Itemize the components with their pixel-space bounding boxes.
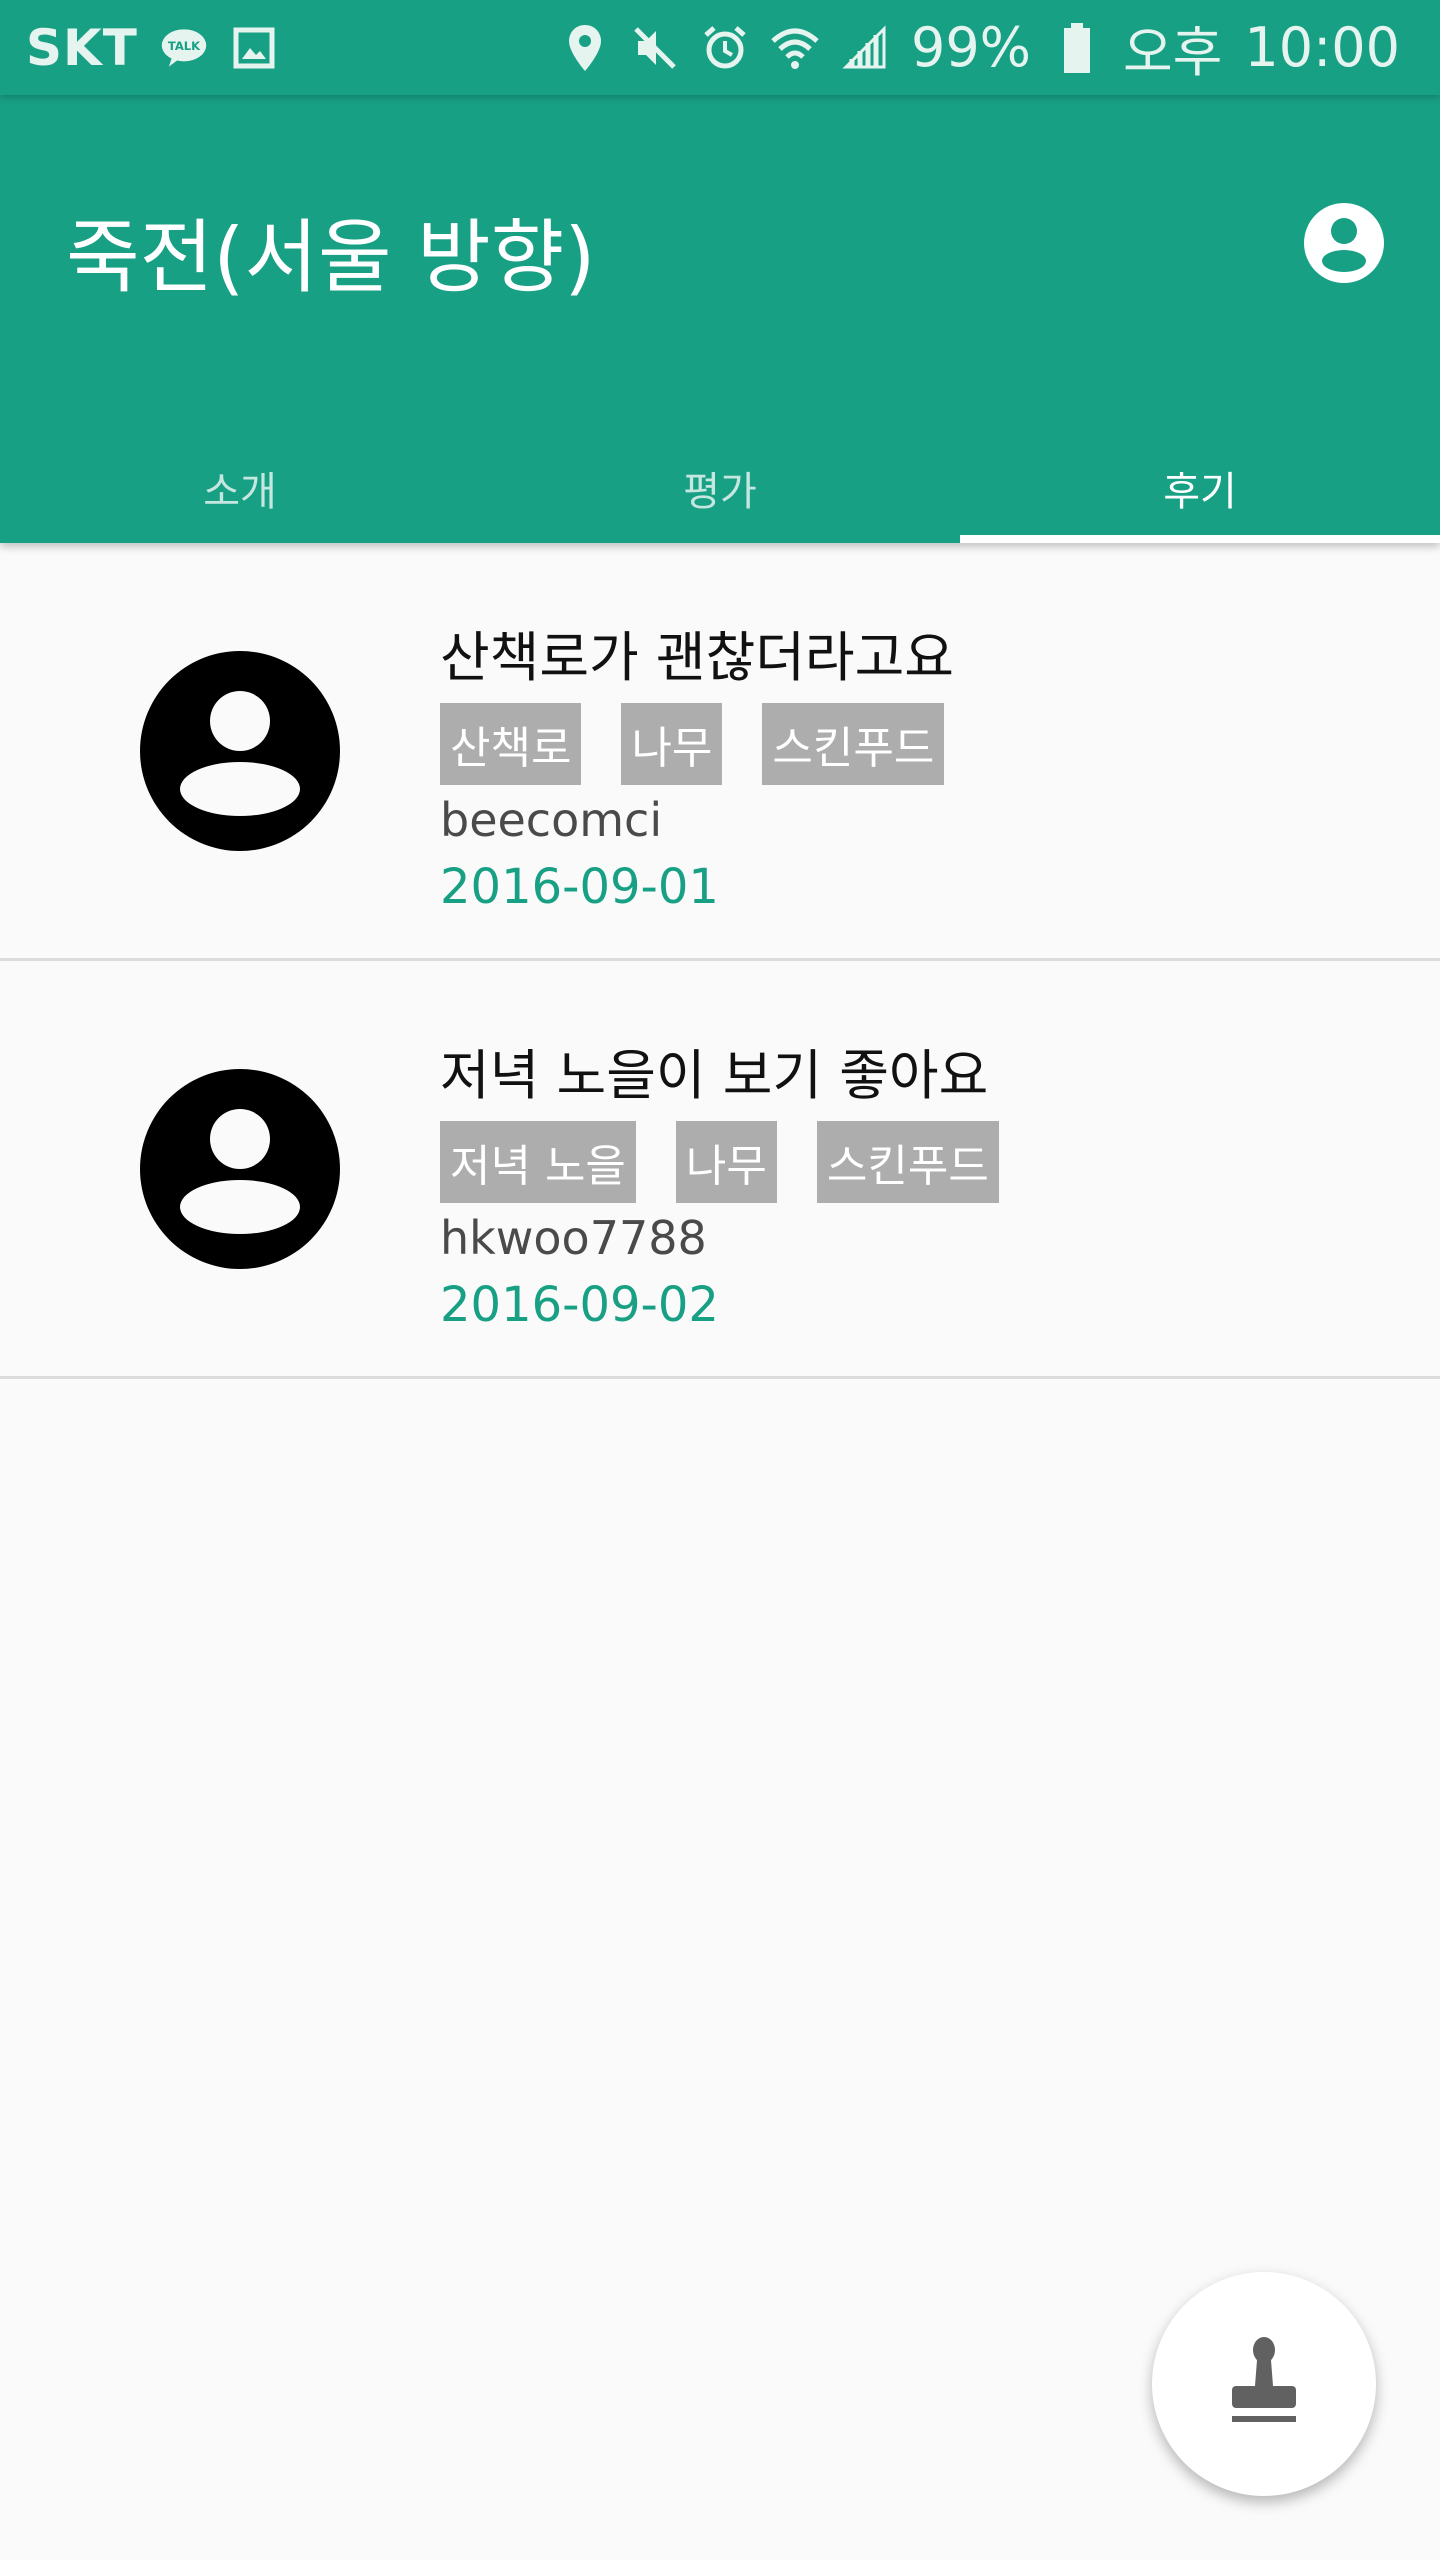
review-author: beecomci: [440, 793, 663, 847]
account-button[interactable]: [1300, 199, 1388, 287]
list-item[interactable]: 저녁 노을이 보기 좋아요 저녁 노을 나무 스킨푸드 hkwoo7788 20…: [0, 961, 1440, 1379]
signal-icon: [841, 20, 889, 76]
talk-badge-text: TALK: [168, 38, 201, 52]
tag: 나무: [675, 1121, 777, 1203]
list-item[interactable]: 산책로가 괜찮더라고요 산책로 나무 스킨푸드 beecomci 2016-09…: [0, 543, 1440, 961]
avatar-icon: [140, 651, 340, 851]
tag: 나무: [621, 703, 723, 785]
ampm-label: 오후: [1123, 21, 1223, 84]
tab-intro[interactable]: 소개: [0, 433, 480, 543]
tag: 저녁 노을: [440, 1121, 636, 1203]
alarm-icon: [701, 20, 749, 76]
review-date: 2016-09-01: [440, 859, 719, 915]
tab-reviews[interactable]: 후기: [960, 433, 1440, 543]
tag-list: 저녁 노을 나무 스킨푸드: [440, 1121, 999, 1203]
review-date: 2016-09-02: [440, 1277, 719, 1333]
battery-icon: [1053, 20, 1101, 76]
page-title: 죽전(서울 방향): [66, 211, 596, 304]
mute-icon: [631, 20, 679, 76]
status-left: SKT TALK: [26, 19, 278, 77]
wifi-icon: [771, 20, 819, 76]
review-title: 저녁 노을이 보기 좋아요: [440, 1044, 989, 1107]
status-bar: SKT TALK 99% 오후 10:00: [0, 0, 1440, 95]
review-list: 산책로가 괜찮더라고요 산책로 나무 스킨푸드 beecomci 2016-09…: [0, 543, 1440, 1379]
tag-list: 산책로 나무 스킨푸드: [440, 703, 945, 785]
account-circle-icon: [1304, 203, 1384, 283]
avatar-icon: [140, 1069, 340, 1269]
status-right: 99% 오후 10:00: [561, 8, 1400, 87]
image-icon: [230, 20, 278, 76]
app-bar: 죽전(서울 방향) 소개 평가 후기: [0, 95, 1440, 543]
kakaotalk-icon: TALK: [160, 20, 208, 76]
location-icon: [561, 20, 609, 76]
battery-percent: 99%: [910, 16, 1031, 79]
review-author: hkwoo7788: [440, 1211, 707, 1265]
tab-bar: 소개 평가 후기: [0, 433, 1440, 543]
carrier-label: SKT: [26, 18, 138, 77]
tag: 산책로: [440, 703, 582, 785]
tag: 스킨푸드: [816, 1121, 999, 1203]
write-review-button[interactable]: [1152, 2272, 1376, 2496]
clock-time: 10:00: [1244, 16, 1400, 79]
tab-rating[interactable]: 평가: [480, 433, 960, 543]
stamp-icon: [1232, 2337, 1296, 2422]
tag: 스킨푸드: [762, 703, 945, 785]
review-title: 산책로가 괜찮더라고요: [440, 626, 954, 689]
